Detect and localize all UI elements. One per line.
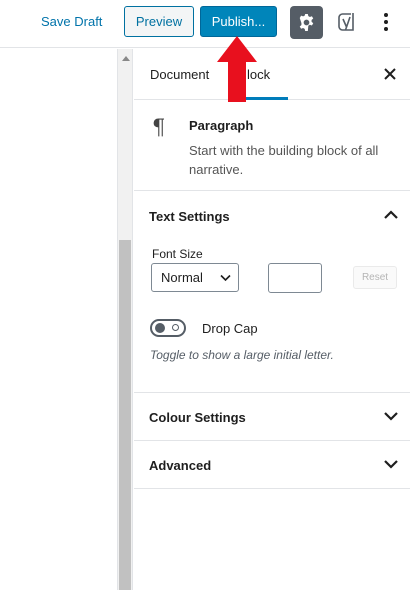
more-options-button[interactable] [380, 10, 392, 34]
publish-button[interactable]: Publish... [200, 6, 277, 37]
drop-cap-toggle[interactable] [150, 319, 186, 337]
colour-settings-title: Colour Settings [149, 410, 246, 425]
paragraph-icon: ¶ [152, 115, 166, 139]
scroll-thumb[interactable] [119, 240, 131, 590]
tab-document[interactable]: Document [150, 49, 209, 100]
text-settings-title: Text Settings [149, 209, 230, 224]
font-size-select[interactable]: Normal [151, 263, 239, 292]
settings-sidebar: Document lock ¶ Paragraph Start with the… [134, 49, 410, 590]
chevron-down-icon [384, 412, 398, 421]
annotation-arrow-icon [217, 36, 257, 102]
advanced-panel-toggle[interactable]: Advanced [134, 441, 410, 489]
toggle-knob [155, 323, 165, 333]
scroll-up-arrow-icon[interactable] [122, 56, 130, 61]
settings-button[interactable] [290, 6, 323, 39]
drop-cap-help-text: Toggle to show a large initial letter. [150, 348, 334, 362]
save-draft-button[interactable]: Save Draft [41, 13, 102, 31]
sidebar-tabs: Document lock [134, 49, 410, 100]
colour-settings-panel-toggle[interactable]: Colour Settings [134, 393, 410, 441]
close-icon[interactable] [384, 68, 396, 80]
font-size-label: Font Size [152, 247, 203, 261]
chevron-down-icon [220, 274, 231, 282]
drop-cap-label[interactable]: Drop Cap [202, 321, 258, 336]
toggle-off-indicator-icon [172, 324, 179, 331]
editor-canvas[interactable] [0, 49, 118, 590]
reset-button[interactable]: Reset [353, 266, 397, 289]
preview-button[interactable]: Preview [124, 6, 194, 37]
advanced-title: Advanced [149, 458, 212, 473]
vertical-ellipsis-icon [384, 13, 388, 31]
block-title: Paragraph [189, 118, 254, 133]
font-size-selected-value: Normal [161, 270, 203, 285]
block-card: ¶ Paragraph Start with the building bloc… [134, 101, 410, 191]
custom-font-size-input[interactable] [268, 263, 322, 293]
chevron-up-icon [384, 210, 398, 219]
scrollbar[interactable] [117, 49, 133, 590]
editor-toolbar: Save Draft Preview Publish... [0, 0, 410, 48]
yoast-seo-button[interactable] [335, 10, 359, 34]
gear-icon [299, 13, 314, 32]
block-description: Start with the building block of all nar… [189, 143, 379, 177]
panel-divider [134, 488, 410, 489]
yoast-icon [338, 13, 354, 31]
text-settings-panel-toggle[interactable]: Text Settings [134, 192, 410, 240]
chevron-down-icon [384, 460, 398, 469]
